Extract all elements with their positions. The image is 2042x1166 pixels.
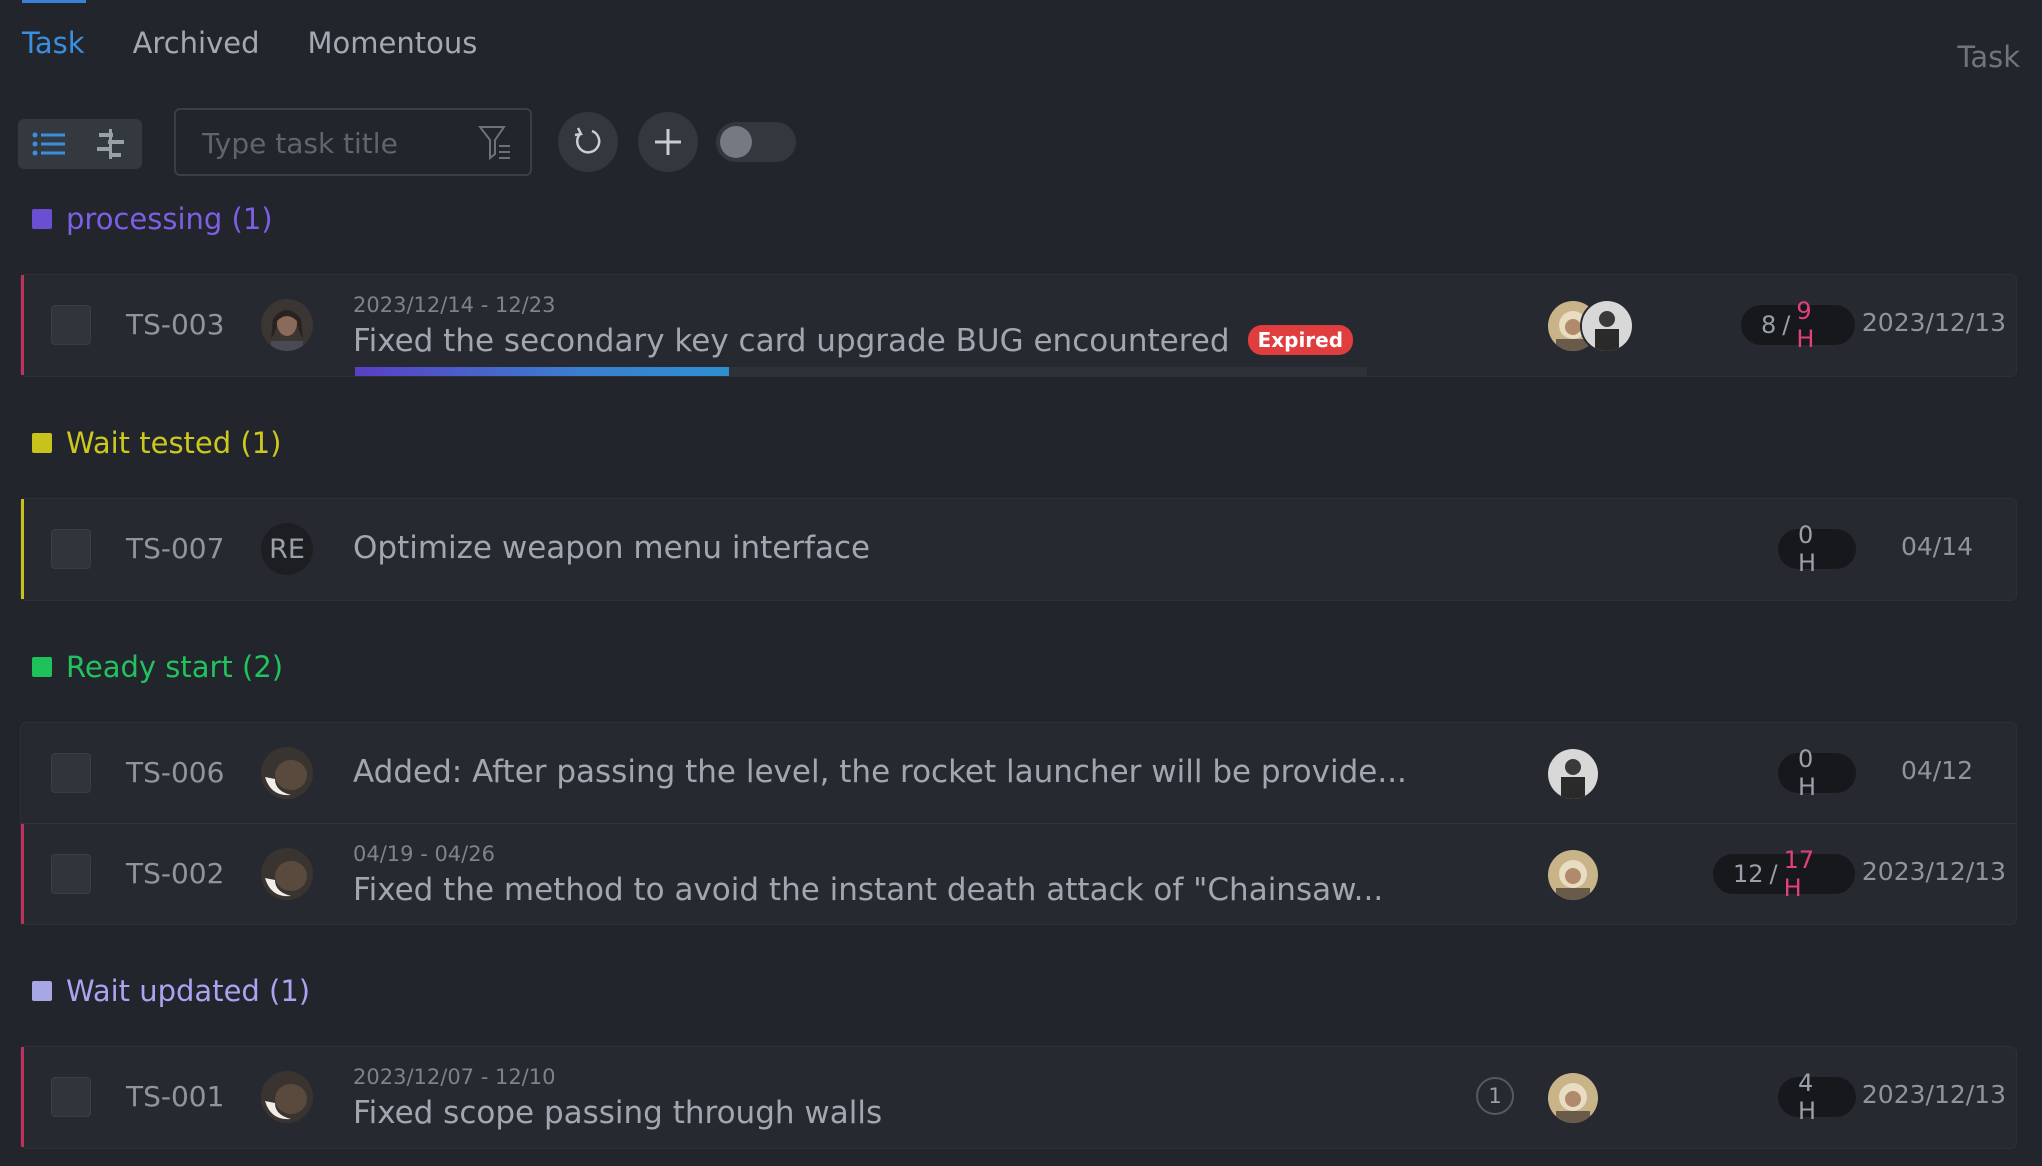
group-header-processing[interactable]: processing (1): [32, 202, 273, 236]
tab-archived[interactable]: Archived: [133, 26, 260, 60]
task-checkbox[interactable]: [51, 529, 91, 569]
task-row[interactable]: TS-003 2023/12/14 - 12/23 Fixed the seco…: [21, 275, 2016, 376]
group-header-wait-tested[interactable]: Wait tested (1): [32, 426, 281, 460]
task-due-date: 04/12: [1900, 756, 1973, 785]
group-processing-list: TS-003 2023/12/14 - 12/23 Fixed the seco…: [20, 274, 2017, 377]
group-color-square: [32, 981, 52, 1001]
assignee-group[interactable]: [1546, 848, 1600, 902]
task-due-date: 2023/12/13: [1861, 1080, 2006, 1109]
group-color-square: [32, 433, 52, 453]
task-progress-fill: [355, 367, 730, 376]
hours-total: 17 H: [1783, 846, 1815, 902]
avatar: [1546, 747, 1600, 801]
avatar[interactable]: [261, 848, 313, 900]
tab-bar: Task Archived Momentous: [22, 26, 477, 60]
avatar: [1546, 1071, 1600, 1125]
group-header-wait-updated[interactable]: Wait updated (1): [32, 974, 310, 1008]
refresh-button[interactable]: [558, 112, 618, 172]
task-title-text: Fixed the secondary key card upgrade BUG…: [353, 323, 1230, 359]
avatar[interactable]: [261, 747, 313, 799]
hours-separator: /: [1769, 860, 1778, 888]
view-toggle: [18, 119, 142, 169]
task-date-range: 2023/12/14 - 12/23: [353, 293, 556, 317]
group-color-square: [32, 209, 52, 229]
list-view-icon[interactable]: [29, 124, 69, 164]
task-row[interactable]: TS-006 Added: After passing the level, t…: [21, 723, 2016, 823]
task-row[interactable]: TS-007 RE Optimize weapon menu interface…: [21, 499, 2016, 599]
task-title[interactable]: Optimize weapon menu interface: [353, 530, 870, 566]
hours-pill: 0 H: [1778, 521, 1856, 577]
task-title[interactable]: Added: After passing the level, the rock…: [353, 754, 1407, 790]
hours-pill: 8/ 9 H: [1741, 297, 1855, 353]
row-status-bar: [21, 1047, 24, 1147]
row-status-bar: [21, 499, 24, 599]
add-task-button[interactable]: [638, 112, 698, 172]
search-input[interactable]: [200, 126, 474, 161]
task-title[interactable]: Fixed the method to avoid the instant de…: [353, 872, 1383, 908]
hours-used: 12: [1733, 860, 1764, 888]
task-id: TS-001: [126, 1080, 225, 1113]
assignee-group[interactable]: [1546, 1071, 1600, 1125]
tab-momentous[interactable]: Momentous: [308, 26, 478, 60]
task-date-range: 2023/12/07 - 12/10: [353, 1065, 556, 1089]
group-wait-updated-list: TS-001 2023/12/07 - 12/10 Fixed scope pa…: [20, 1046, 2017, 1149]
task-due-date: 2023/12/13: [1861, 308, 2006, 337]
task-title[interactable]: Fixed the secondary key card upgrade BUG…: [353, 323, 1354, 359]
group-label: processing (1): [66, 202, 273, 236]
refresh-icon: [574, 127, 601, 154]
task-checkbox[interactable]: [51, 854, 91, 894]
row-status-bar: [21, 275, 24, 375]
task-due-date: 04/14: [1900, 532, 1973, 561]
avatar[interactable]: RE: [261, 523, 313, 575]
task-progress-bar: [355, 367, 1367, 376]
task-due-date: 2023/12/13: [1861, 857, 2006, 886]
task-checkbox[interactable]: [51, 1077, 91, 1117]
group-wait-tested-list: TS-007 RE Optimize weapon menu interface…: [20, 498, 2017, 601]
group-color-square: [32, 657, 52, 677]
task-id: TS-006: [126, 756, 225, 789]
assignee-group[interactable]: [1546, 299, 1634, 353]
hours-used: 8: [1761, 311, 1777, 339]
assignee-group[interactable]: [1546, 747, 1600, 801]
task-id: TS-002: [126, 857, 225, 890]
expired-badge: Expired: [1247, 325, 1354, 355]
toolbar: [18, 106, 796, 178]
avatar: [1546, 848, 1600, 902]
group-label: Wait updated (1): [66, 974, 311, 1008]
active-tab-indicator: [22, 0, 86, 3]
group-ready-start-list: TS-006 Added: After passing the level, t…: [20, 722, 2017, 925]
group-label: Ready start (2): [66, 650, 284, 684]
task-title[interactable]: Fixed scope passing through walls: [353, 1095, 882, 1131]
task-id: TS-003: [126, 308, 225, 341]
row-status-bar: [21, 824, 24, 924]
search-box: [174, 108, 532, 176]
task-checkbox[interactable]: [51, 753, 91, 793]
task-id: TS-007: [126, 532, 225, 565]
page-label: Task: [1957, 40, 2020, 74]
hours-separator: /: [1782, 311, 1791, 339]
avatar: [1580, 299, 1634, 353]
avatar[interactable]: [261, 1071, 313, 1123]
hours-pill: 0 H: [1778, 745, 1856, 801]
plus-icon: [655, 129, 681, 155]
group-label: Wait tested (1): [66, 426, 282, 460]
toggle-switch[interactable]: [716, 122, 796, 162]
filter-icon[interactable]: [477, 124, 512, 166]
hours-pill: 12/17 H: [1713, 846, 1855, 902]
tab-task[interactable]: Task: [22, 26, 85, 60]
toggle-knob: [720, 126, 752, 158]
task-date-range: 04/19 - 04/26: [353, 842, 495, 866]
hours-pill: 4 H: [1778, 1069, 1856, 1125]
avatar[interactable]: [261, 299, 313, 351]
comment-count-badge[interactable]: 1: [1476, 1077, 1514, 1115]
task-row[interactable]: TS-001 2023/12/07 - 12/10 Fixed scope pa…: [21, 1047, 2016, 1147]
hours-total: 9 H: [1796, 297, 1815, 353]
task-checkbox[interactable]: [51, 305, 91, 345]
group-header-ready-start[interactable]: Ready start (2): [32, 650, 283, 684]
gantt-view-icon[interactable]: [91, 124, 131, 164]
task-row[interactable]: TS-002 04/19 - 04/26 Fixed the method to…: [21, 823, 2016, 924]
